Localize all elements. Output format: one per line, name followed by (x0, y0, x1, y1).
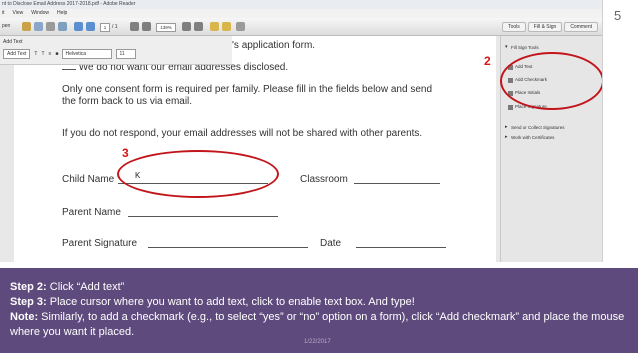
menu-item-window[interactable]: Window (31, 9, 49, 18)
step3-label: Step 3: (10, 296, 47, 308)
collapse-arrow-icon[interactable]: ▾ (505, 44, 508, 50)
doc-para1-line2: the form back to us via email. (62, 96, 193, 107)
expand-arrow-icon[interactable]: ▸ (505, 134, 508, 140)
tab-comment[interactable]: Comment (564, 22, 598, 32)
font-select[interactable]: Helvetica (62, 49, 113, 59)
date-watermark: 1/22/2017 (304, 339, 331, 345)
page-number-input[interactable]: 1 (100, 23, 110, 32)
doc-para1-line1: Only one consent form is required per fa… (62, 84, 433, 95)
zoom-in-icon[interactable] (142, 22, 151, 31)
add-text-button[interactable]: Add Text (3, 49, 31, 59)
menu-item-help[interactable]: Help (57, 9, 67, 18)
email-icon[interactable] (58, 22, 67, 31)
zoom-level-select[interactable]: 139% (156, 23, 176, 32)
date-field[interactable] (356, 247, 446, 248)
text-color-icon[interactable]: ■ (55, 51, 58, 57)
note-label: Note: (10, 311, 39, 323)
step-2-marker: 2 (484, 54, 491, 68)
step2-line: Step 2: Click “Add text” (10, 280, 628, 295)
text-size-down-icon[interactable]: T (34, 51, 37, 57)
note-text: Similarly, to add a checkmark (e.g., to … (10, 311, 625, 338)
tab-tools[interactable]: Tools (502, 22, 526, 32)
pdf-page[interactable]: 's application form. We do not want our … (14, 36, 496, 262)
highlight-circle-step3 (117, 150, 279, 198)
classroom-field[interactable] (354, 183, 440, 184)
menu-item-view[interactable]: View (13, 9, 24, 18)
note-line: Note: Similarly, to add a checkmark (e.g… (10, 310, 628, 340)
print-icon[interactable] (46, 22, 55, 31)
work-with-certificates-header[interactable]: Work with Certificates (511, 135, 554, 140)
page-total: / 1 (112, 24, 118, 30)
expand-arrow-icon[interactable]: ▸ (505, 124, 508, 130)
add-text-toolbar: Add Text Add Text T T ≡ ■ Helvetica 11 (0, 36, 232, 65)
text-spacing-icon[interactable]: ≡ (49, 51, 52, 57)
fit-width-icon[interactable] (194, 22, 203, 31)
comment-icon[interactable] (210, 22, 219, 31)
create-icon[interactable] (22, 22, 31, 31)
fill-sign-tools-header[interactable]: Fill Sign Tools (511, 45, 539, 50)
open-button[interactable]: pen (2, 23, 10, 29)
doc-line-application: 's application form. (232, 40, 316, 51)
menu-bar: it View Window Help (0, 9, 602, 18)
page-up-icon[interactable] (74, 22, 83, 31)
parent-signature-label: Parent Signature (62, 238, 138, 249)
window-title: nt to Disclose Email Address 2017-2018.p… (0, 0, 602, 9)
menu-item-edit[interactable]: it (2, 9, 5, 18)
highlight-circle-step2 (500, 52, 602, 110)
doc-para2: If you do not respond, your email addres… (62, 128, 423, 139)
font-size-select[interactable]: 11 (116, 49, 137, 59)
parent-name-field[interactable] (128, 216, 278, 217)
step3-text: Place cursor where you want to add text,… (46, 296, 415, 308)
step-3-marker: 3 (122, 146, 129, 160)
zoom-out-icon[interactable] (130, 22, 139, 31)
sign-icon[interactable] (236, 22, 245, 31)
page-down-icon[interactable] (86, 22, 95, 31)
tab-fill-sign[interactable]: Fill & Sign (527, 22, 563, 32)
slide-number: 5 (614, 8, 622, 23)
signature-icon (508, 105, 513, 110)
text-size-up-icon[interactable]: T (41, 51, 44, 57)
add-text-title: Add Text (3, 39, 23, 45)
no-disclose-blank[interactable] (62, 69, 76, 70)
step3-line: Step 3: Place cursor where you want to a… (10, 295, 628, 310)
parent-signature-field[interactable] (148, 247, 308, 248)
date-label: Date (320, 238, 342, 249)
step2-label: Step 2: (10, 281, 47, 293)
classroom-label: Classroom (300, 174, 348, 185)
step2-text: Click “Add text” (46, 281, 125, 293)
save-icon[interactable] (34, 22, 43, 31)
parent-name-label: Parent Name (62, 207, 121, 218)
send-collect-signatures-header[interactable]: Send or Collect Signatures (511, 125, 565, 130)
adobe-reader-screenshot: nt to Disclose Email Address 2017-2018.p… (0, 0, 603, 262)
child-name-label: Child Name (62, 174, 115, 185)
highlight-icon[interactable] (222, 22, 231, 31)
main-toolbar: pen 1 / 1 139% Tools Fill & Sign Comment (0, 18, 602, 36)
fit-page-icon[interactable] (182, 22, 191, 31)
